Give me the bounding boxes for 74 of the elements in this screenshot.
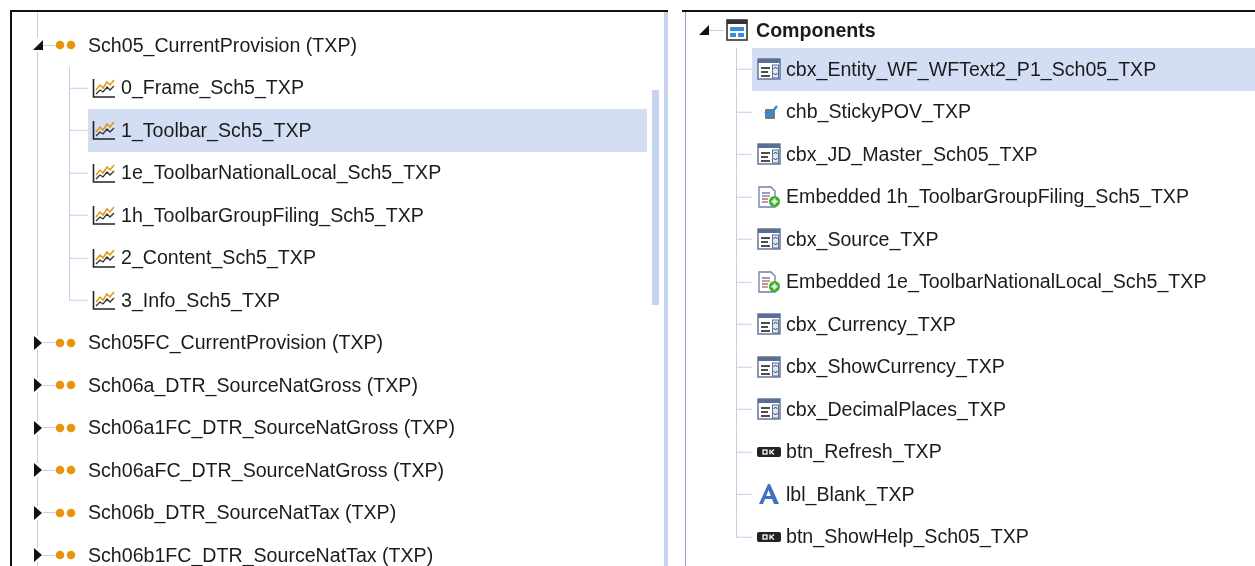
- combobox-icon: [757, 398, 781, 421]
- tree-line: [43, 342, 55, 344]
- tree-item[interactable]: 1_Toolbar_Sch5_TXP: [88, 109, 647, 152]
- tree-line: [736, 260, 752, 303]
- tree-item[interactable]: lbl_Blank_TXP: [752, 473, 1255, 516]
- tree-item[interactable]: Sch06a1FC_DTR_SourceNatGross (TXP): [55, 406, 647, 449]
- tree-line: [43, 469, 55, 471]
- tree-item[interactable]: Sch05FC_CurrentProvision (TXP): [55, 321, 647, 364]
- tree-item[interactable]: Sch05_CurrentProvision (TXP): [55, 24, 647, 67]
- combobox-icon: [757, 228, 781, 251]
- tree-item[interactable]: cbx_Source_TXP: [752, 218, 1255, 261]
- line-chart-icon: [92, 120, 115, 141]
- dots-icon: [55, 337, 77, 348]
- dots-icon: [55, 40, 77, 51]
- document-plus-icon: [757, 270, 781, 293]
- tree-item[interactable]: btn_Refresh_TXP: [752, 430, 1255, 473]
- button-icon: [757, 446, 781, 457]
- tree-line: [736, 303, 752, 346]
- tree-item[interactable]: Sch06aFC_DTR_SourceNatGross (TXP): [55, 449, 647, 492]
- tree-item[interactable]: cbx_JD_Master_Sch05_TXP: [752, 133, 1255, 176]
- combobox-icon: [757, 58, 781, 81]
- tree-item[interactable]: cbx_Currency_TXP: [752, 303, 1255, 346]
- tree-line: [736, 345, 752, 388]
- dots-icon: [55, 550, 77, 561]
- tree-line: [736, 218, 752, 261]
- tree-item[interactable]: Components: [724, 12, 876, 48]
- document-plus-icon: [757, 185, 781, 208]
- dots-icon: [55, 422, 77, 433]
- tree-line: [43, 512, 55, 514]
- combobox-icon: [757, 355, 781, 378]
- label-icon: [757, 483, 781, 506]
- tree-line: [43, 384, 55, 386]
- tree-item[interactable]: btn_ShowHelp_Sch05_TXP: [752, 515, 1255, 558]
- line-chart-icon: [92, 247, 115, 268]
- tree-line: [43, 44, 55, 46]
- line-chart-icon: [92, 162, 115, 183]
- tree-line: [736, 430, 752, 473]
- window-icon: [726, 19, 748, 41]
- tree-item[interactable]: Sch06a_DTR_SourceNatGross (TXP): [55, 364, 647, 407]
- tree-line: [736, 175, 752, 218]
- tree-item[interactable]: 0_Frame_Sch5_TXP: [88, 66, 647, 109]
- tree-item[interactable]: 1e_ToolbarNationalLocal_Sch5_TXP: [88, 151, 647, 194]
- line-chart-icon: [92, 77, 115, 98]
- tree-line: [709, 29, 724, 31]
- tree-item[interactable]: Sch06b1FC_DTR_SourceNatTax (TXP): [55, 534, 647, 566]
- button-icon: [757, 531, 781, 542]
- scrollbar[interactable]: [652, 90, 659, 305]
- tree-line: [43, 427, 55, 429]
- tree-line: [69, 151, 88, 194]
- combobox-icon: [757, 313, 781, 336]
- tree-item[interactable]: Embedded 1h_ToolbarGroupFiling_Sch5_TXP: [752, 175, 1255, 218]
- tree-item[interactable]: cbx_ShowCurrency_TXP: [752, 345, 1255, 388]
- tree-item[interactable]: cbx_Entity_WF_WFText2_P1_Sch05_TXP: [752, 48, 1255, 91]
- line-chart-icon: [92, 290, 115, 311]
- dots-icon: [55, 465, 77, 476]
- tree-line: [69, 109, 88, 152]
- tree-item[interactable]: 2_Content_Sch5_TXP: [88, 236, 647, 279]
- tree-line: [736, 48, 752, 91]
- tree-item[interactable]: chb_StickyPOV_TXP: [752, 90, 1255, 133]
- tree-line: [736, 388, 752, 431]
- tree-line: [69, 194, 88, 237]
- tree-item[interactable]: 1h_ToolbarGroupFiling_Sch5_TXP: [88, 194, 647, 237]
- tree-line: [43, 554, 55, 556]
- tree-item[interactable]: 3_Info_Sch5_TXP: [88, 279, 647, 322]
- tree-item[interactable]: Embedded 1e_ToolbarNationalLocal_Sch5_TXP: [752, 260, 1255, 303]
- tree-line: [69, 66, 88, 109]
- combobox-icon: [757, 143, 781, 166]
- tree-item[interactable]: Sch06b_DTR_SourceNatTax (TXP): [55, 491, 647, 534]
- dots-icon: [55, 507, 77, 518]
- dots-icon: [55, 380, 77, 391]
- tree-line: [736, 133, 752, 176]
- line-chart-icon: [92, 205, 115, 226]
- tree-line: [736, 90, 752, 133]
- tree-item[interactable]: cbx_DecimalPlaces_TXP: [752, 388, 1255, 431]
